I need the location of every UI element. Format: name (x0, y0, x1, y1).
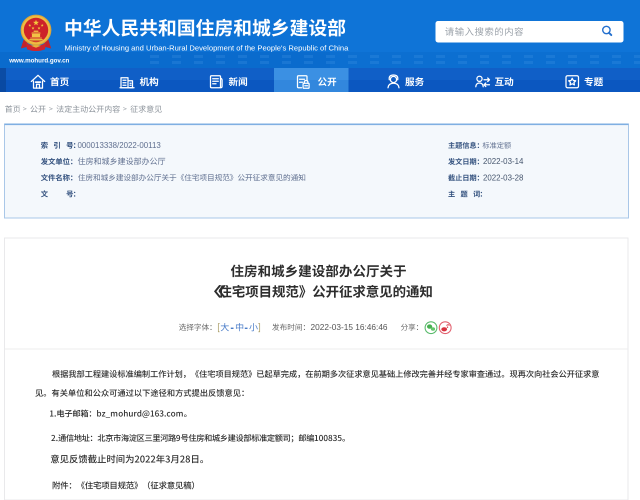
svg-text:www.mohurd.gov.cn: www.mohurd.gov.cn (8, 58, 69, 65)
svg-text:2022-03-15 16:46:46: 2022-03-15 16:46:46 (311, 322, 388, 332)
svg-text:000013338/2022-00113: 000013338/2022-00113 (78, 141, 162, 150)
svg-text:Ministry of Housing and Urban-: Ministry of Housing and Urban-Rural Deve… (65, 43, 350, 52)
svg-text:2022-03-14: 2022-03-14 (483, 157, 524, 166)
svg-text:2022-03-28: 2022-03-28 (483, 173, 524, 182)
